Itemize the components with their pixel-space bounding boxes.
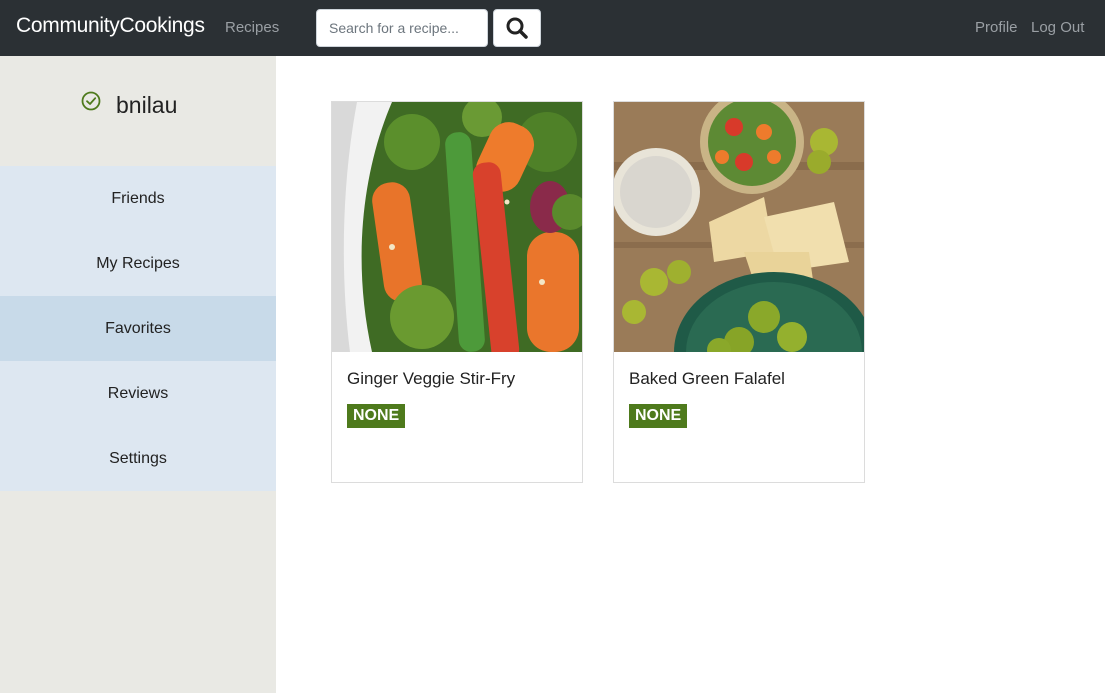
status-badge: NONE — [347, 404, 406, 428]
sidebar-item-my-recipes[interactable]: My Recipes — [0, 231, 276, 296]
recipe-image[interactable] — [614, 102, 864, 352]
recipe-title[interactable]: Baked Green Falafel — [629, 369, 785, 389]
recipe-title[interactable]: Ginger Veggie Stir-Fry — [347, 369, 515, 389]
recipe-card[interactable]: Ginger Veggie Stir-Fry NONE — [331, 101, 583, 483]
recipe-image[interactable] — [332, 102, 582, 352]
recipe-card[interactable]: Baked Green Falafel NONE — [613, 101, 865, 483]
brand-logo[interactable]: CommunityCookings — [16, 14, 205, 38]
nav-recipes-link[interactable]: Recipes — [225, 19, 279, 36]
nav-profile-link[interactable]: Profile — [975, 19, 1018, 36]
sidebar-item-favorites[interactable]: Favorites — [0, 296, 276, 361]
search-input[interactable] — [316, 9, 488, 47]
sidebar-item-settings[interactable]: Settings — [0, 426, 276, 491]
user-header: bnilau — [0, 56, 276, 166]
top-navbar: CommunityCookings Recipes Profile Log Ou… — [0, 0, 1105, 56]
sidebar-item-friends[interactable]: Friends — [0, 166, 276, 231]
sidebar: bnilau Friends My Recipes Favorites Revi… — [0, 56, 276, 693]
sidebar-item-reviews[interactable]: Reviews — [0, 361, 276, 426]
search-icon — [506, 17, 528, 39]
username: bnilau — [116, 92, 178, 118]
check-circle-icon — [81, 91, 101, 111]
search-button[interactable] — [493, 9, 541, 47]
nav-logout-link[interactable]: Log Out — [1031, 19, 1084, 36]
status-badge: NONE — [629, 404, 688, 428]
